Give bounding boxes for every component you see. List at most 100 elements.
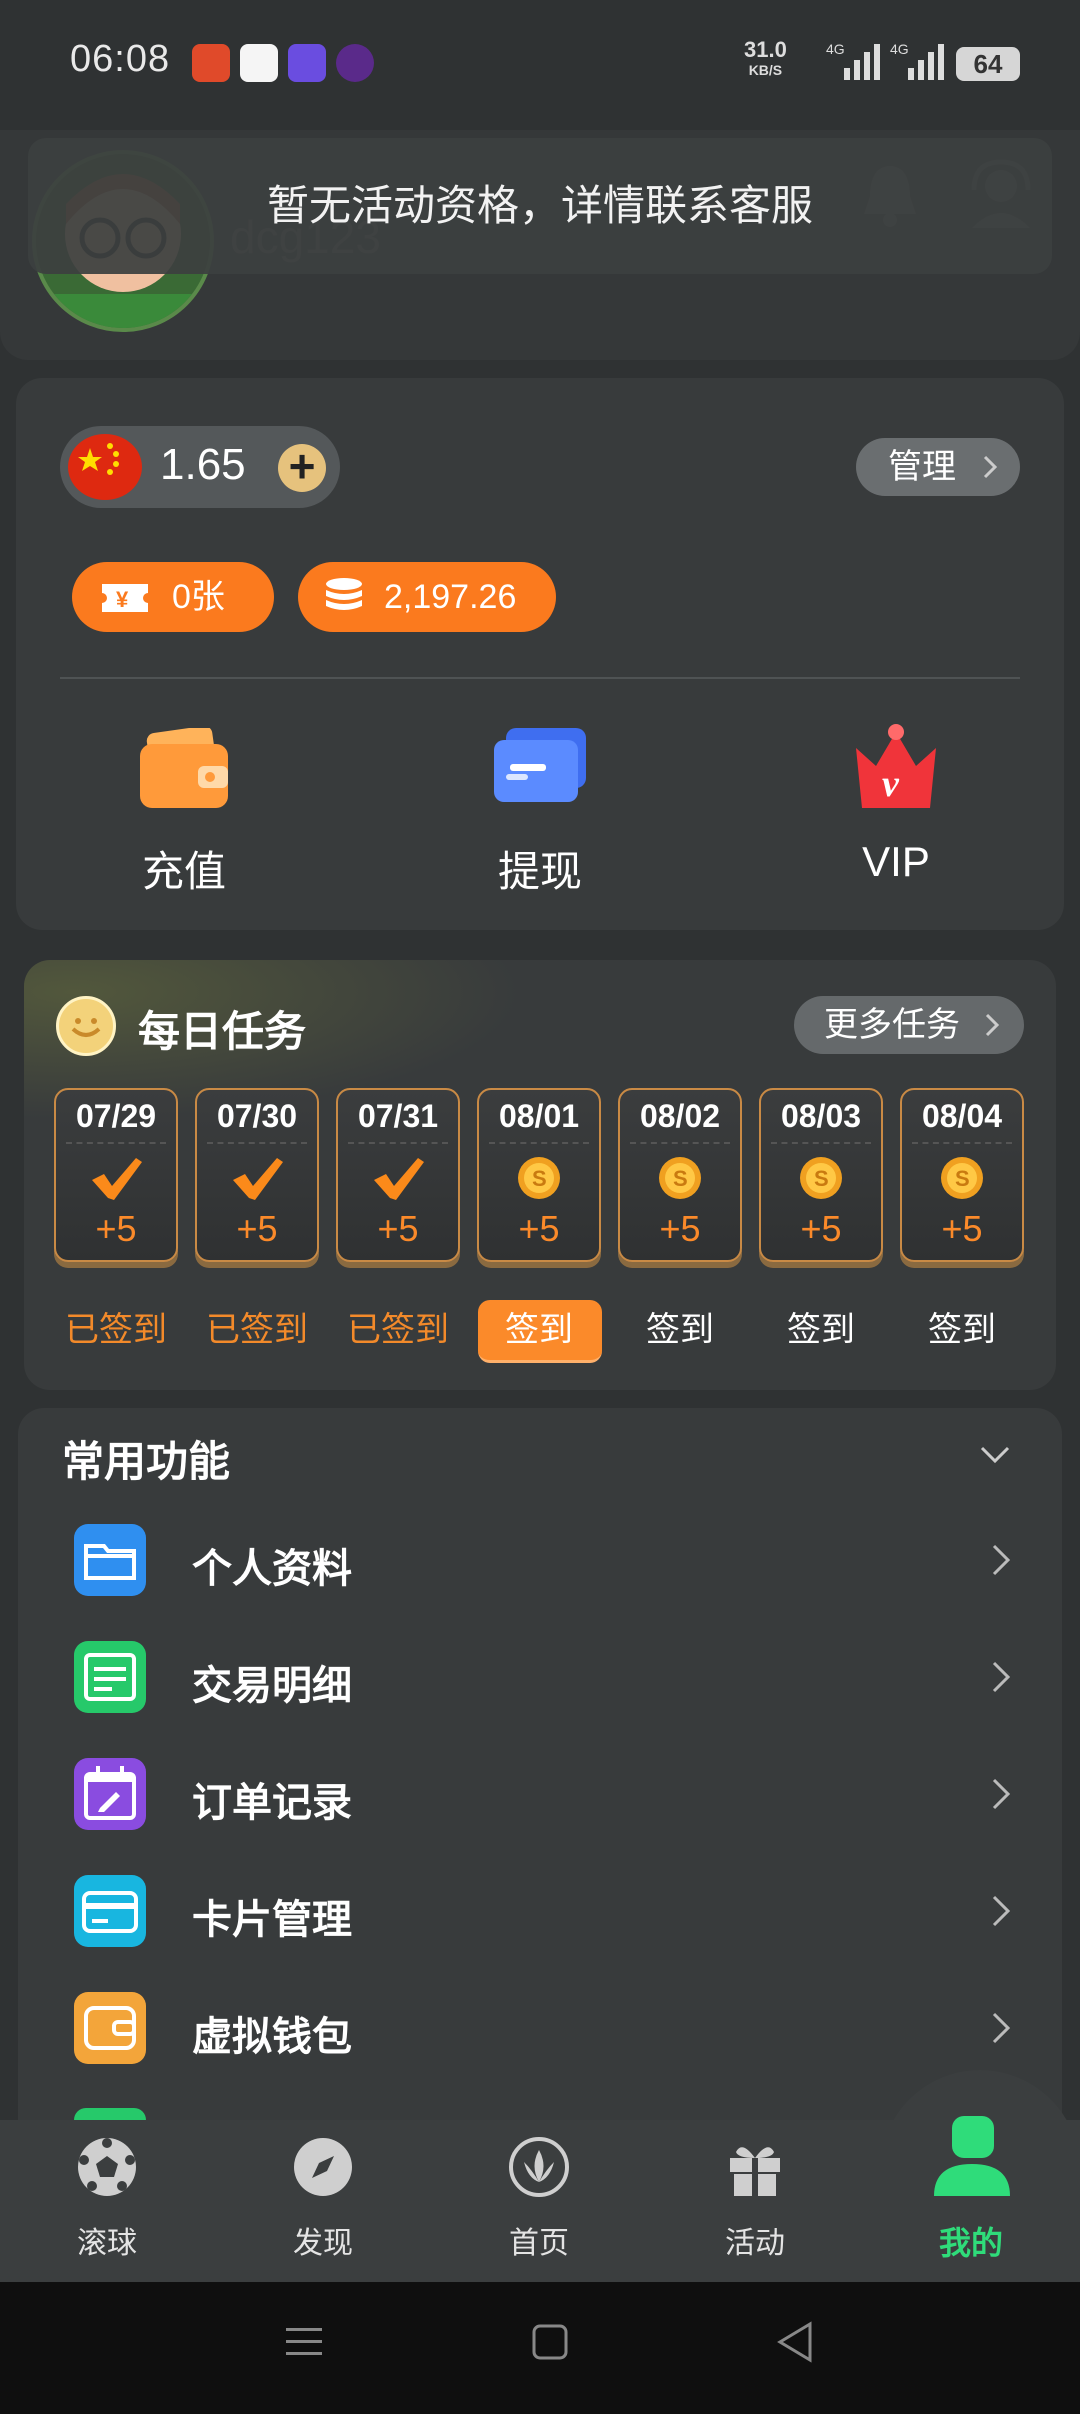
- credit-card-icon: [74, 1875, 146, 1947]
- gift-icon: [730, 2147, 780, 2196]
- network-speed: 31.0 KB/S: [744, 37, 787, 80]
- recharge-button[interactable]: 充值: [74, 720, 294, 900]
- smiley-coin-icon: [56, 996, 116, 1056]
- coin-icon: S: [659, 1157, 701, 1199]
- svg-text:S: S: [814, 1166, 829, 1191]
- coin-icon: S: [518, 1157, 560, 1199]
- day-card: 08/01 S +5: [477, 1088, 601, 1262]
- function-row-4[interactable]: 卡片管理: [60, 1857, 1020, 1967]
- day-reward: +5: [236, 1208, 278, 1249]
- add-balance-button[interactable]: +: [278, 443, 326, 492]
- recharge-label: 充值: [141, 848, 226, 895]
- chevron-right-icon: [992, 2012, 1011, 2044]
- more-tasks-label: 更多任务: [824, 1006, 960, 1044]
- system-nav-bar: [0, 2282, 1080, 2414]
- ticket-count-pill[interactable]: ¥ 0张: [72, 562, 274, 632]
- wallet-icon: [140, 728, 228, 808]
- home-square-icon[interactable]: [530, 2322, 570, 2362]
- function-label: 个人资料: [192, 1547, 352, 1591]
- day-card: 07/31 +5: [336, 1088, 460, 1262]
- day-date: 07/30: [216, 1098, 298, 1134]
- day-reward: +5: [659, 1208, 701, 1249]
- nav-label: 首页: [509, 2227, 569, 2260]
- folder-icon: [74, 1524, 146, 1596]
- signal-icon: 4G: [826, 42, 880, 80]
- nav-item-home[interactable]: 首页: [464, 2136, 614, 2276]
- signal-icon: 4G: [890, 42, 944, 80]
- wallet-outline-icon: [74, 1992, 146, 2064]
- coin-stack-icon: [326, 578, 362, 610]
- nav-label: 活动: [725, 2227, 785, 2260]
- card-withdraw-icon: [494, 728, 586, 802]
- nav-label: 滚球: [77, 2227, 137, 2260]
- china-flag-icon: [68, 434, 142, 500]
- balance-value: 1.65: [160, 440, 246, 489]
- svg-text:S: S: [955, 1166, 970, 1191]
- toast-message: 暂无活动资格，详情联系客服: [28, 138, 1052, 274]
- function-label: 虚拟钱包: [192, 2015, 352, 2059]
- checkmark-icon: [233, 1158, 283, 1200]
- vip-crown-icon: v: [856, 724, 936, 808]
- calendar-edit-icon: [74, 1758, 146, 1830]
- day-date: 08/01: [498, 1098, 580, 1134]
- day-date: 07/29: [75, 1098, 157, 1134]
- nav-label: 我的: [938, 2225, 1003, 2261]
- day-date: 08/02: [639, 1098, 721, 1134]
- more-tasks-button[interactable]: 更多任务: [794, 996, 1024, 1054]
- function-label: 交易明细: [192, 1664, 352, 1708]
- function-row-2[interactable]: 交易明细: [60, 1623, 1020, 1733]
- nav-item-mine[interactable]: 我的: [896, 2112, 1046, 2261]
- notification-shield-icon: [288, 44, 326, 82]
- chevron-right-icon: [985, 1013, 1000, 1037]
- checkmark-icon: [92, 1158, 142, 1200]
- chevron-right-icon: [983, 455, 998, 479]
- coin-balance-pill[interactable]: 2,197.26: [298, 562, 556, 632]
- function-row-1[interactable]: 个人资料: [60, 1506, 1020, 1616]
- status-time: 06:08: [70, 38, 171, 80]
- coin-icon: S: [800, 1157, 842, 1199]
- day-card: 07/30 +5: [195, 1088, 319, 1262]
- chevron-right-icon: [992, 1661, 1011, 1693]
- check-in-label[interactable]: 签到: [900, 1302, 1024, 1351]
- soccer-ball-icon: [78, 2138, 136, 2196]
- notification-app-icon: [336, 44, 374, 82]
- toast-text: 暂无活动资格，详情联系客服: [266, 182, 813, 229]
- day-divider: [912, 1142, 1012, 1144]
- status-bar: 06:08 31.0 KB/S 4G 4G 64: [0, 0, 1080, 130]
- divider: [60, 677, 1020, 679]
- day-card: 08/02 S +5: [618, 1088, 742, 1262]
- checked-in-label: 已签到: [65, 1311, 167, 1349]
- signal-1-label: 4G: [826, 42, 845, 57]
- day-reward: +5: [800, 1208, 842, 1249]
- nav-item-activity[interactable]: 活动: [680, 2136, 830, 2276]
- manage-button[interactable]: 管理: [856, 438, 1020, 496]
- day-date: 08/03: [780, 1098, 862, 1134]
- menu-icon[interactable]: [284, 2322, 324, 2362]
- daily-tasks-title: 每日任务: [138, 1008, 307, 1055]
- home-logo-icon: [509, 2137, 569, 2197]
- day-card: 08/04 S +5: [900, 1088, 1024, 1262]
- back-triangle-icon[interactable]: [774, 2320, 814, 2364]
- function-row-peek: [74, 2108, 146, 2120]
- net-speed-value: 31.0: [744, 37, 787, 62]
- person-icon: [934, 2116, 1010, 2196]
- day-card: 07/29 +5: [54, 1088, 178, 1262]
- check-in-label[interactable]: 签到: [618, 1302, 742, 1351]
- day-reward: +5: [95, 1208, 137, 1249]
- day-card: 08/03 S +5: [759, 1088, 883, 1262]
- nav-item-discover[interactable]: 发现: [248, 2136, 398, 2276]
- day-reward: +5: [377, 1208, 419, 1249]
- svg-text:S: S: [532, 1166, 547, 1191]
- chevron-down-icon[interactable]: [978, 1438, 1012, 1472]
- vip-button[interactable]: v VIP: [786, 720, 1006, 900]
- check-in-label[interactable]: 签到: [477, 1302, 601, 1351]
- check-in-label[interactable]: 签到: [759, 1302, 883, 1351]
- nav-item-rolling-ball[interactable]: 滚球: [32, 2136, 182, 2276]
- day-reward: +5: [941, 1208, 983, 1249]
- day-reward: +5: [518, 1208, 560, 1249]
- battery-indicator: 64: [956, 47, 1020, 81]
- withdraw-button[interactable]: 提现: [430, 720, 650, 900]
- function-row-5[interactable]: 虚拟钱包: [60, 1974, 1020, 2084]
- function-row-3[interactable]: 订单记录: [60, 1740, 1020, 1850]
- vip-label: VIP: [862, 838, 930, 885]
